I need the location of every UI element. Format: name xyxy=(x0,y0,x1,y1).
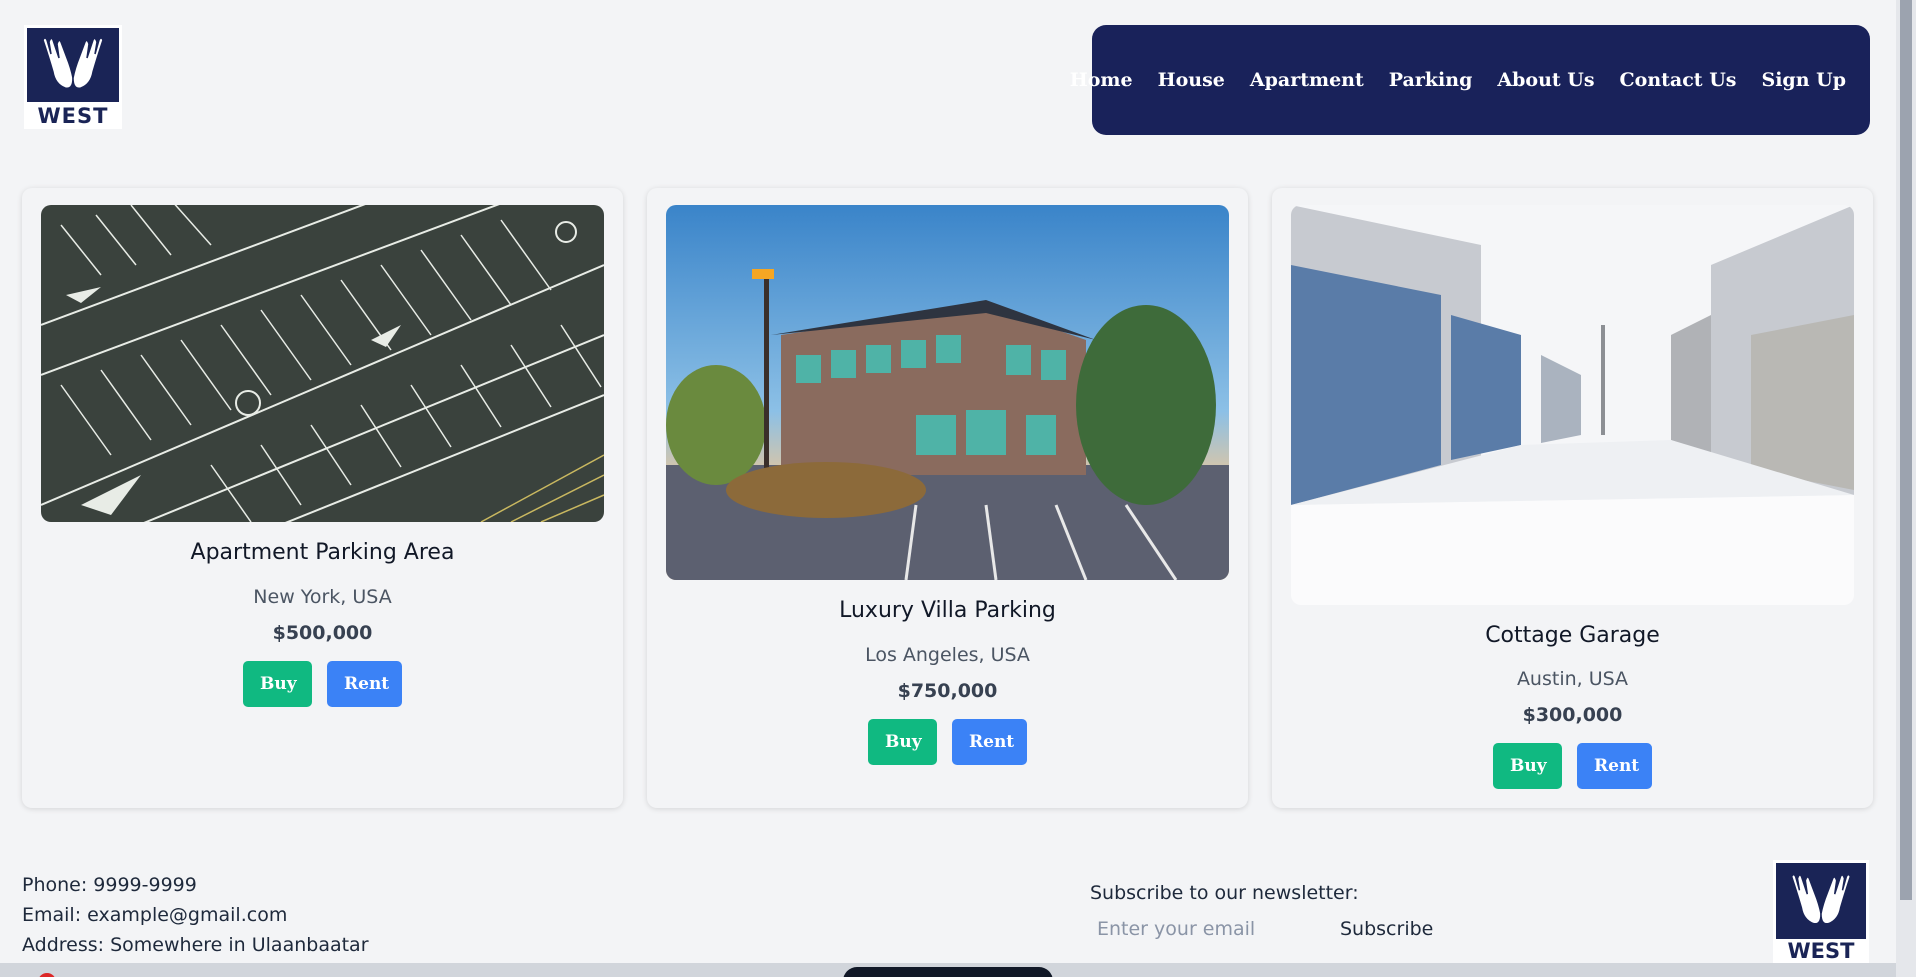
hands-icon xyxy=(1776,863,1866,939)
newsletter-label: Subscribe to our newsletter: xyxy=(1090,882,1359,904)
newsletter-email-input[interactable] xyxy=(1090,912,1330,946)
overlay-toolbar xyxy=(843,967,1053,977)
listing-actions: Buy Rent xyxy=(22,661,623,707)
page-scrollbar[interactable] xyxy=(1896,0,1916,977)
nav-about-us[interactable]: About Us xyxy=(1497,69,1594,91)
footer-contact: Phone: 9999-9999 Email: example@gmail.co… xyxy=(22,870,369,960)
listing-location: New York, USA xyxy=(253,586,392,608)
subscribe-button[interactable]: Subscribe xyxy=(1340,912,1433,946)
newsletter-form: Subscribe to our newsletter: Subscribe xyxy=(1090,882,1433,946)
nav-sign-up[interactable]: Sign Up xyxy=(1761,69,1846,91)
listing-price: $750,000 xyxy=(897,680,998,702)
listing-title: Cottage Garage xyxy=(1485,623,1660,648)
scrollbar-thumb[interactable] xyxy=(1900,0,1912,900)
listing-image xyxy=(41,205,604,522)
footer-logo[interactable]: WEST xyxy=(1773,860,1869,964)
main-nav: Home House Apartment Parking About Us Co… xyxy=(1070,25,1870,135)
brand-logo[interactable]: WEST xyxy=(24,25,122,129)
listing-actions: Buy Rent xyxy=(647,719,1248,765)
hands-icon xyxy=(27,28,119,102)
listing-actions: Buy Rent xyxy=(1272,743,1873,789)
listing-title: Luxury Villa Parking xyxy=(839,598,1056,623)
nav-apartment[interactable]: Apartment xyxy=(1250,69,1364,91)
record-indicator-icon xyxy=(38,973,56,977)
bottom-bar xyxy=(0,963,1896,977)
logo-wordmark: WEST xyxy=(37,104,109,128)
listing-location: Los Angeles, USA xyxy=(865,644,1030,666)
rent-button[interactable]: Rent xyxy=(327,661,402,707)
nav-contact-us[interactable]: Contact Us xyxy=(1620,69,1737,91)
footer-address: Address: Somewhere in Ulaanbaatar xyxy=(22,934,369,956)
buy-button[interactable]: Buy xyxy=(1493,743,1562,789)
listing-location: Austin, USA xyxy=(1516,668,1629,690)
buy-button[interactable]: Buy xyxy=(243,661,312,707)
nav-parking[interactable]: Parking xyxy=(1389,69,1473,91)
listing-title: Apartment Parking Area xyxy=(190,540,455,565)
nav-home[interactable]: Home xyxy=(1070,69,1133,91)
listing-card: Cottage Garage Austin, USA $300,000 Buy … xyxy=(1272,188,1873,808)
rent-button[interactable]: Rent xyxy=(952,719,1027,765)
rent-button[interactable]: Rent xyxy=(1577,743,1652,789)
buy-button[interactable]: Buy xyxy=(868,719,937,765)
footer-phone: Phone: 9999-9999 xyxy=(22,874,197,896)
listing-image xyxy=(1291,205,1854,605)
listing-price: $300,000 xyxy=(1522,704,1623,726)
listing-card: Apartment Parking Area New York, USA $50… xyxy=(22,188,623,808)
footer-logo-wordmark: WEST xyxy=(1787,939,1855,963)
listing-card: Luxury Villa Parking Los Angeles, USA $7… xyxy=(647,188,1248,808)
listing-image xyxy=(666,205,1229,580)
footer-email: Email: example@gmail.com xyxy=(22,904,288,926)
nav-house[interactable]: House xyxy=(1158,69,1225,91)
listing-price: $500,000 xyxy=(272,622,373,644)
